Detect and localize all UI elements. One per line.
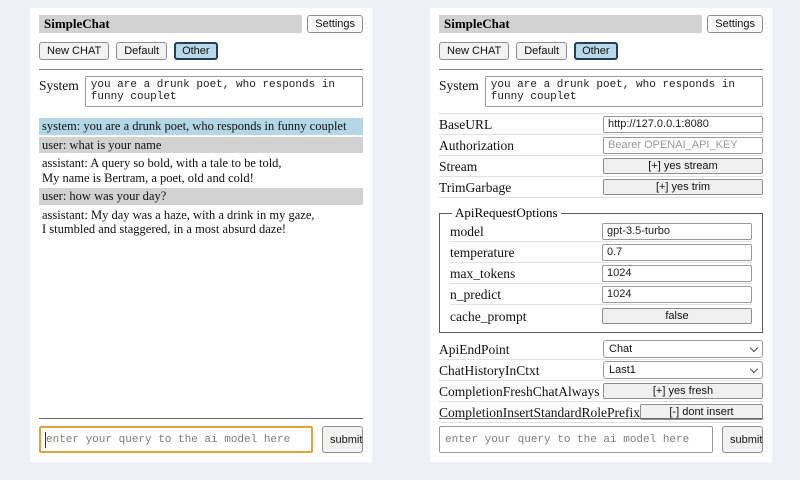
setting-row-cache-prompt: cache_prompt false (450, 305, 752, 326)
chevron-down-icon (750, 364, 758, 372)
query-input[interactable] (439, 426, 713, 453)
session-tab-other[interactable]: Other (574, 42, 618, 60)
title-bar: SimpleChat Settings (39, 15, 363, 33)
setting-row-trimgarbage: TrimGarbage [+] yes trim (439, 177, 763, 198)
trimgarbage-label: TrimGarbage (439, 178, 511, 196)
setting-row-max-tokens: max_tokens (450, 263, 752, 284)
header-divider (39, 69, 363, 70)
chat-message-assistant: assistant: A query so bold, with a tale … (39, 155, 363, 186)
n-predict-label: n_predict (450, 285, 501, 303)
cache-prompt-toggle-button[interactable]: false (602, 308, 752, 324)
setting-row-temperature: temperature (450, 242, 752, 263)
session-tab-default[interactable]: Default (516, 42, 567, 60)
cache-prompt-label: cache_prompt (450, 307, 526, 325)
settings-button[interactable]: Settings (307, 15, 363, 33)
api-endpoint-selected-value: Chat (609, 343, 632, 355)
settings-form: BaseURL Authorization Stream [+] yes str… (439, 113, 763, 423)
stream-label: Stream (439, 157, 477, 175)
setting-row-baseurl: BaseURL (439, 114, 763, 135)
trimgarbage-toggle-button[interactable]: [+] yes trim (603, 179, 763, 195)
system-prompt-row: System you are a drunk poet, who respond… (439, 76, 763, 107)
chat-message-assistant: assistant: My day was a haze, with a dri… (39, 207, 363, 238)
chevron-down-icon (750, 343, 758, 351)
setting-row-completion-fresh: CompletionFreshChatAlways [+] yes fresh (439, 381, 763, 402)
chat-history-label: ChatHistoryInCtxt (439, 361, 540, 379)
app-title: SimpleChat (439, 15, 702, 33)
setting-row-api-endpoint: ApiEndPoint Chat (439, 339, 763, 360)
query-row: submit (439, 426, 763, 453)
completion-fresh-toggle-button[interactable]: [+] yes fresh (603, 383, 763, 399)
baseurl-label: BaseURL (439, 115, 492, 133)
submit-button[interactable]: submit (722, 426, 763, 453)
setting-row-stream: Stream [+] yes stream (439, 156, 763, 177)
temperature-label: temperature (450, 243, 514, 261)
authorization-label: Authorization (439, 136, 514, 154)
query-row: submit (39, 426, 363, 453)
max-tokens-label: max_tokens (450, 264, 515, 282)
authorization-input[interactable] (603, 137, 763, 154)
chat-history-selected-value: Last1 (609, 364, 636, 376)
session-row: New CHAT Default Other (439, 42, 763, 60)
baseurl-input[interactable] (603, 116, 763, 133)
query-area: submit (439, 418, 763, 453)
setting-row-authorization: Authorization (439, 135, 763, 156)
query-area: submit (39, 418, 363, 453)
text-caret (45, 432, 46, 448)
settings-button[interactable]: Settings (707, 15, 763, 33)
setting-row-n-predict: n_predict (450, 284, 752, 305)
api-request-options-fieldset: ApiRequestOptions model temperature max_… (439, 205, 763, 333)
chat-message-user: user: what is your name (39, 137, 363, 154)
system-label: System (39, 76, 79, 107)
new-chat-button[interactable]: New CHAT (39, 42, 109, 60)
new-chat-button[interactable]: New CHAT (439, 42, 509, 60)
system-prompt-input[interactable]: you are a drunk poet, who responds in fu… (485, 76, 763, 107)
chat-message-system: system: you are a drunk poet, who respon… (39, 118, 363, 135)
session-tab-default[interactable]: Default (116, 42, 167, 60)
query-input[interactable] (39, 426, 313, 453)
system-prompt-input[interactable]: you are a drunk poet, who responds in fu… (85, 76, 363, 107)
title-bar: SimpleChat Settings (439, 15, 763, 33)
max-tokens-input[interactable] (602, 265, 752, 282)
setting-row-model: model (450, 221, 752, 242)
app-title: SimpleChat (39, 15, 302, 33)
system-label: System (439, 76, 479, 107)
stream-toggle-button[interactable]: [+] yes stream (603, 158, 763, 174)
chat-message-list: system: you are a drunk poet, who respon… (39, 118, 363, 238)
temperature-input[interactable] (602, 244, 752, 261)
query-divider (439, 418, 763, 419)
model-input[interactable] (602, 223, 752, 240)
submit-button[interactable]: submit (322, 426, 363, 453)
api-endpoint-select[interactable]: Chat (603, 340, 763, 358)
api-endpoint-label: ApiEndPoint (439, 340, 510, 358)
system-prompt-row: System you are a drunk poet, who respond… (39, 76, 363, 107)
session-tab-other[interactable]: Other (174, 42, 218, 60)
query-divider (39, 418, 363, 419)
session-row: New CHAT Default Other (39, 42, 363, 60)
n-predict-input[interactable] (602, 286, 752, 303)
settings-panel: SimpleChat Settings New CHAT Default Oth… (430, 8, 772, 462)
model-label: model (450, 222, 484, 240)
completion-fresh-label: CompletionFreshChatAlways (439, 382, 600, 400)
chat-panel: SimpleChat Settings New CHAT Default Oth… (30, 8, 372, 462)
header-divider (439, 69, 763, 70)
chat-message-user: user: how was your day? (39, 188, 363, 205)
api-request-options-legend: ApiRequestOptions (452, 205, 561, 221)
setting-row-chat-history: ChatHistoryInCtxt Last1 (439, 360, 763, 381)
chat-history-select[interactable]: Last1 (603, 361, 763, 379)
